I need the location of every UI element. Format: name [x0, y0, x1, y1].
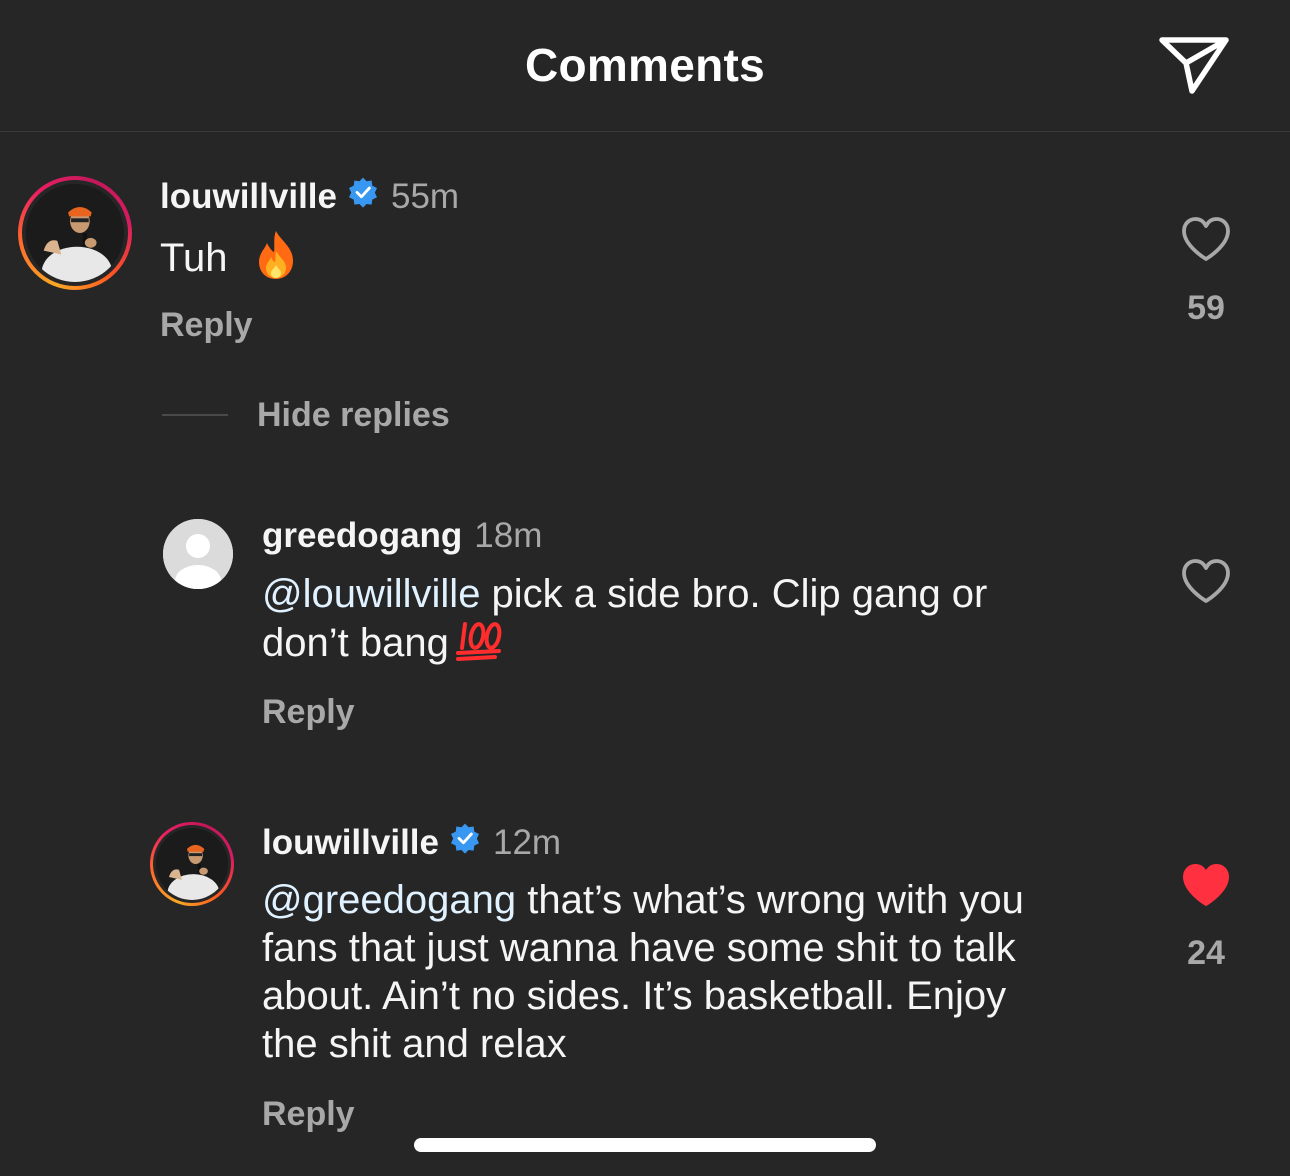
comment-time: 12m — [492, 822, 562, 862]
home-indicator — [414, 1138, 876, 1152]
comment-time: 18m — [474, 516, 543, 555]
page-title: Comments — [524, 39, 766, 91]
avatar-story-ring[interactable] — [18, 176, 132, 290]
reply-text: @greedogang that’s what’s wrong with you… — [262, 876, 1142, 1068]
reply-button[interactable]: Reply — [262, 693, 355, 732]
reply-body-line: don’t bang — [262, 621, 449, 666]
reply-button[interactable]: Reply — [160, 306, 253, 345]
reply-meta: louwillville 12m — [262, 822, 561, 863]
like-count: 24 — [1187, 934, 1225, 972]
reply-body-line: pick a side bro. Clip gang or — [480, 572, 988, 616]
comments-header: Comments — [0, 0, 1290, 132]
reply-body-line: about. Ain’t no sides. It’s basketball. … — [262, 974, 1007, 1018]
thread-divider — [162, 414, 228, 416]
username[interactable]: louwillville — [160, 177, 337, 217]
heart-icon[interactable] — [1181, 216, 1231, 267]
reply-body-line: the shit and relax — [262, 1022, 567, 1066]
hundred-points-icon — [455, 618, 505, 673]
reply-body-line: that’s what’s wrong with you — [516, 878, 1024, 922]
mention-link[interactable]: @louwillville — [262, 572, 480, 616]
reply-body-line: fans that just wanna have some shit to t… — [262, 926, 1016, 970]
username[interactable]: louwillville — [262, 823, 439, 863]
paper-plane-icon[interactable] — [1158, 33, 1230, 97]
avatar — [156, 828, 228, 900]
comment-body: Tuh — [160, 236, 228, 281]
heart-filled-icon[interactable] — [1181, 862, 1231, 913]
fire-emoji-icon — [253, 229, 299, 292]
reply-text: @louwillville pick a side bro. Clip gang… — [262, 570, 1122, 673]
comment-time: 55m — [390, 176, 460, 216]
verified-badge-icon — [449, 822, 481, 863]
heart-icon[interactable] — [1181, 558, 1231, 609]
hide-replies-button[interactable]: Hide replies — [257, 396, 450, 435]
comment-text: Tuh — [160, 229, 299, 292]
avatar[interactable] — [163, 519, 233, 589]
verified-badge-icon — [347, 176, 379, 217]
like-count: 59 — [1187, 289, 1225, 327]
reply-button[interactable]: Reply — [262, 1095, 355, 1134]
comment-meta: louwillville 55m — [160, 176, 459, 217]
mention-link[interactable]: @greedogang — [262, 878, 516, 922]
username[interactable]: greedogang — [262, 516, 462, 556]
avatar — [26, 184, 124, 282]
reply-meta: greedogang 18m — [262, 516, 542, 556]
avatar-story-ring[interactable] — [150, 822, 234, 906]
